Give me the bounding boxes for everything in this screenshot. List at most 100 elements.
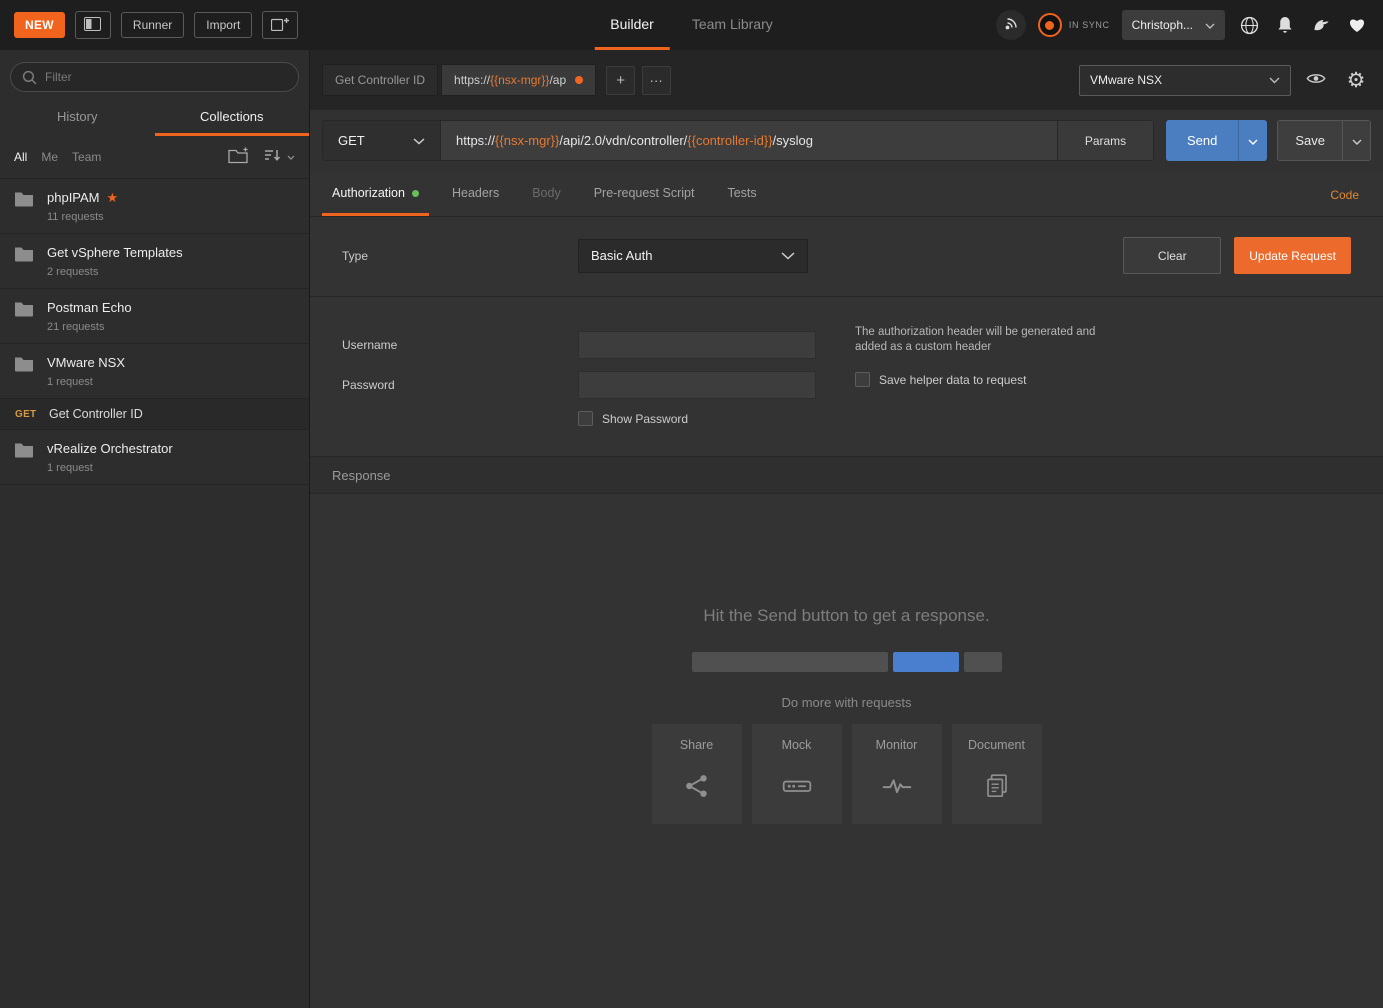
mock-card[interactable]: Mock: [752, 724, 842, 824]
scope-team[interactable]: Team: [72, 150, 101, 164]
tab-label: Authorization: [332, 186, 405, 200]
collection-vrealize-orchestrator[interactable]: vRealize Orchestrator 1 request: [0, 430, 309, 485]
send-button[interactable]: Send: [1166, 120, 1238, 161]
star-icon[interactable]: ★: [107, 193, 119, 203]
sync-status-icon[interactable]: [1038, 13, 1062, 37]
send-options-button[interactable]: [1238, 120, 1267, 161]
monitor-card[interactable]: Monitor: [852, 724, 942, 824]
collection-meta: 1 request: [47, 376, 125, 388]
share-card[interactable]: Share: [652, 724, 742, 824]
filter-input[interactable]: [10, 62, 299, 92]
url-group: GET https://{{nsx-mgr}}/api/2.0/vdn/cont…: [322, 120, 1154, 161]
sync-status: IN SYNC: [1038, 13, 1110, 37]
tab-team-library[interactable]: Team Library: [676, 0, 789, 50]
import-button[interactable]: Import: [194, 12, 252, 38]
chevron-down-icon[interactable]: [287, 152, 295, 163]
password-row: Password: [342, 371, 1351, 399]
request-tabstrip: Get Controller ID https://{{nsx-mgr}}/ap…: [310, 50, 1383, 110]
request-name: Get Controller ID: [49, 407, 143, 421]
request-get-controller-id[interactable]: GET Get Controller ID: [0, 399, 309, 430]
feature-cards: Share Mock Monitor: [652, 724, 1042, 824]
show-password-checkbox[interactable]: [578, 411, 593, 426]
auth-type-value: Basic Auth: [591, 248, 652, 263]
sort-button[interactable]: [264, 148, 281, 166]
collection-name: phpIPAM: [47, 190, 100, 205]
response-header: Response: [310, 456, 1383, 494]
collection-list: phpIPAM ★ 11 requests Get vSphere Templa…: [0, 178, 309, 485]
user-menu[interactable]: Christoph...: [1122, 10, 1225, 40]
environment-preview-button[interactable]: [1301, 65, 1331, 95]
tab-label: Pre-request Script: [594, 186, 695, 200]
tab-body[interactable]: Body: [522, 173, 571, 216]
username-field[interactable]: [578, 331, 816, 359]
tab-authorization[interactable]: Authorization: [322, 173, 429, 216]
response-empty-state: Hit the Send button to get a response. D…: [310, 494, 1383, 1008]
show-password-label: Show Password: [602, 412, 688, 426]
auth-type-select[interactable]: Basic Auth: [578, 239, 808, 273]
save-helper-row: Save helper data to request: [855, 372, 1095, 387]
editor-tabs: Authorization Headers Body Pre-request S…: [310, 173, 1383, 217]
bird-icon[interactable]: [1309, 13, 1333, 37]
settings-button[interactable]: ⚙: [1341, 65, 1371, 95]
tab-history[interactable]: History: [0, 100, 155, 136]
request-tab-active-url[interactable]: https://{{nsx-mgr}}/ap: [441, 64, 596, 96]
document-card[interactable]: Document: [952, 724, 1042, 824]
collection-get-vsphere-templates[interactable]: Get vSphere Templates 2 requests: [0, 234, 309, 289]
tab-collections[interactable]: Collections: [155, 100, 310, 136]
tab-headers[interactable]: Headers: [442, 173, 509, 216]
more-tabs-button[interactable]: …: [642, 66, 671, 95]
collection-postman-echo[interactable]: Postman Echo 21 requests: [0, 289, 309, 344]
url-input[interactable]: https://{{nsx-mgr}}/api/2.0/vdn/controll…: [441, 121, 1057, 160]
save-options-button[interactable]: [1342, 121, 1370, 160]
scope-all[interactable]: All: [14, 150, 27, 164]
gear-icon: ⚙: [1347, 70, 1366, 91]
folder-icon: [14, 355, 34, 388]
tab-builder[interactable]: Builder: [594, 0, 670, 50]
satellite-icon: [1003, 16, 1019, 35]
globe-icon[interactable]: [1237, 13, 1261, 37]
environment-select[interactable]: VMware NSX: [1079, 65, 1291, 96]
auth-form: Username Password Show Password The auth…: [342, 331, 1351, 426]
send-button-group: Send: [1166, 120, 1267, 161]
divider: [310, 296, 1383, 297]
bell-icon[interactable]: [1273, 13, 1297, 37]
request-tab-get-controller-id[interactable]: Get Controller ID: [322, 64, 438, 96]
heart-icon[interactable]: [1345, 13, 1369, 37]
collection-vmware-nsx[interactable]: VMware NSX 1 request: [0, 344, 309, 399]
code-link[interactable]: Code: [1330, 188, 1371, 202]
do-more-label: Do more with requests: [781, 695, 911, 710]
request-builder-bar: GET https://{{nsx-mgr}}/api/2.0/vdn/cont…: [310, 110, 1383, 173]
tab-tests[interactable]: Tests: [717, 173, 766, 216]
mock-server-icon: [782, 772, 812, 800]
save-helper-checkbox[interactable]: [855, 372, 870, 387]
update-request-button[interactable]: Update Request: [1234, 237, 1351, 274]
skeleton-save-button: [964, 652, 1002, 672]
collection-meta: 1 request: [47, 462, 173, 474]
postman-app: NEW Runner Import Builder Team Library: [0, 0, 1383, 1008]
capture-requests-button[interactable]: [996, 10, 1026, 40]
scope-me[interactable]: Me: [41, 150, 58, 164]
helper-note-line2: added as a custom header: [855, 340, 1095, 355]
type-label: Type: [342, 249, 578, 263]
tab-label: Headers: [452, 186, 499, 200]
tab-pre-request-script[interactable]: Pre-request Script: [584, 173, 705, 216]
skeleton-send-button: [893, 652, 959, 672]
save-button[interactable]: Save: [1278, 121, 1342, 160]
chevron-down-icon: [413, 133, 425, 148]
environment-name: VMware NSX: [1090, 73, 1162, 87]
params-button[interactable]: Params: [1057, 121, 1153, 160]
new-button[interactable]: NEW: [14, 12, 65, 38]
document-icon: [985, 772, 1009, 800]
new-window-button[interactable]: [262, 11, 298, 39]
password-field[interactable]: [578, 371, 816, 399]
new-tab-button[interactable]: +: [606, 66, 635, 95]
auth-actions: Clear Update Request: [1123, 237, 1351, 274]
new-folder-button[interactable]: [228, 147, 250, 167]
sidebar-toggle-button[interactable]: [75, 11, 111, 39]
clear-button[interactable]: Clear: [1123, 237, 1221, 274]
card-label: Document: [968, 738, 1025, 752]
runner-button[interactable]: Runner: [121, 12, 184, 38]
method-select[interactable]: GET: [323, 121, 441, 160]
content: History Collections All Me Team: [0, 50, 1383, 1008]
collection-phpipam[interactable]: phpIPAM ★ 11 requests: [0, 179, 309, 234]
